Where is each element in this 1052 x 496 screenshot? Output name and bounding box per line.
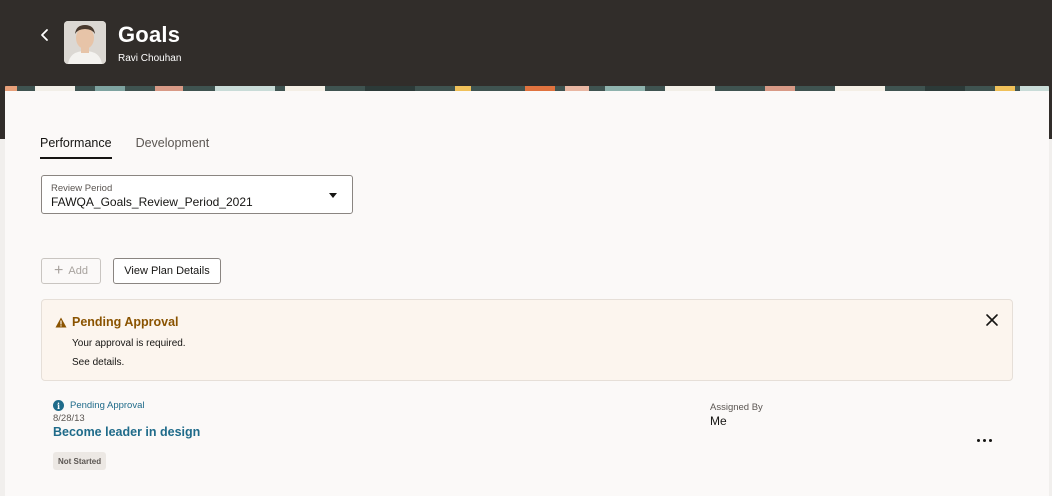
warning-triangle-icon — [55, 317, 67, 328]
review-period-value: FAWQA_Goals_Review_Period_2021 — [51, 195, 253, 209]
view-plan-details-button[interactable]: View Plan Details — [113, 258, 221, 284]
page-title: Goals — [118, 22, 181, 47]
close-icon — [986, 314, 998, 326]
tab-performance[interactable]: Performance — [40, 136, 112, 159]
tab-bar: Performance Development — [40, 136, 209, 159]
alert-message: Your approval is required. — [72, 338, 186, 349]
plus-icon: + — [54, 261, 64, 279]
chevron-left-icon — [41, 29, 48, 41]
goal-name-link[interactable]: Become leader in design — [53, 425, 200, 439]
info-icon: i — [53, 400, 64, 411]
decorative-banner — [5, 82, 1049, 91]
more-actions-button[interactable] — [972, 430, 996, 450]
pending-approval-alert: Pending Approval Your approval is requir… — [41, 299, 1013, 381]
assigned-by-value: Me — [710, 414, 727, 428]
tab-development[interactable]: Development — [136, 136, 210, 159]
add-button-label: Add — [68, 265, 88, 277]
goal-progress-badge: Not Started — [53, 452, 107, 470]
back-button[interactable] — [34, 24, 56, 46]
more-horizontal-icon — [976, 438, 980, 442]
alert-title: Pending Approval — [72, 315, 179, 329]
close-alert-button[interactable] — [984, 312, 1000, 328]
avatar — [64, 21, 106, 64]
caret-down-icon — [329, 193, 337, 198]
goal-status-text: Pending Approval — [70, 400, 145, 411]
see-details-link[interactable]: See details. — [72, 357, 124, 368]
goal-status: i Pending Approval — [53, 400, 144, 411]
review-period-label: Review Period — [51, 183, 113, 194]
review-period-select[interactable]: Review Period FAWQA_Goals_Review_Period_… — [41, 175, 353, 214]
goal-date: 8/28/13 — [53, 413, 85, 424]
person-name: Ravi Chouhan — [118, 53, 182, 64]
assigned-by-label: Assigned By — [710, 402, 763, 413]
add-button[interactable]: + Add — [41, 258, 101, 284]
